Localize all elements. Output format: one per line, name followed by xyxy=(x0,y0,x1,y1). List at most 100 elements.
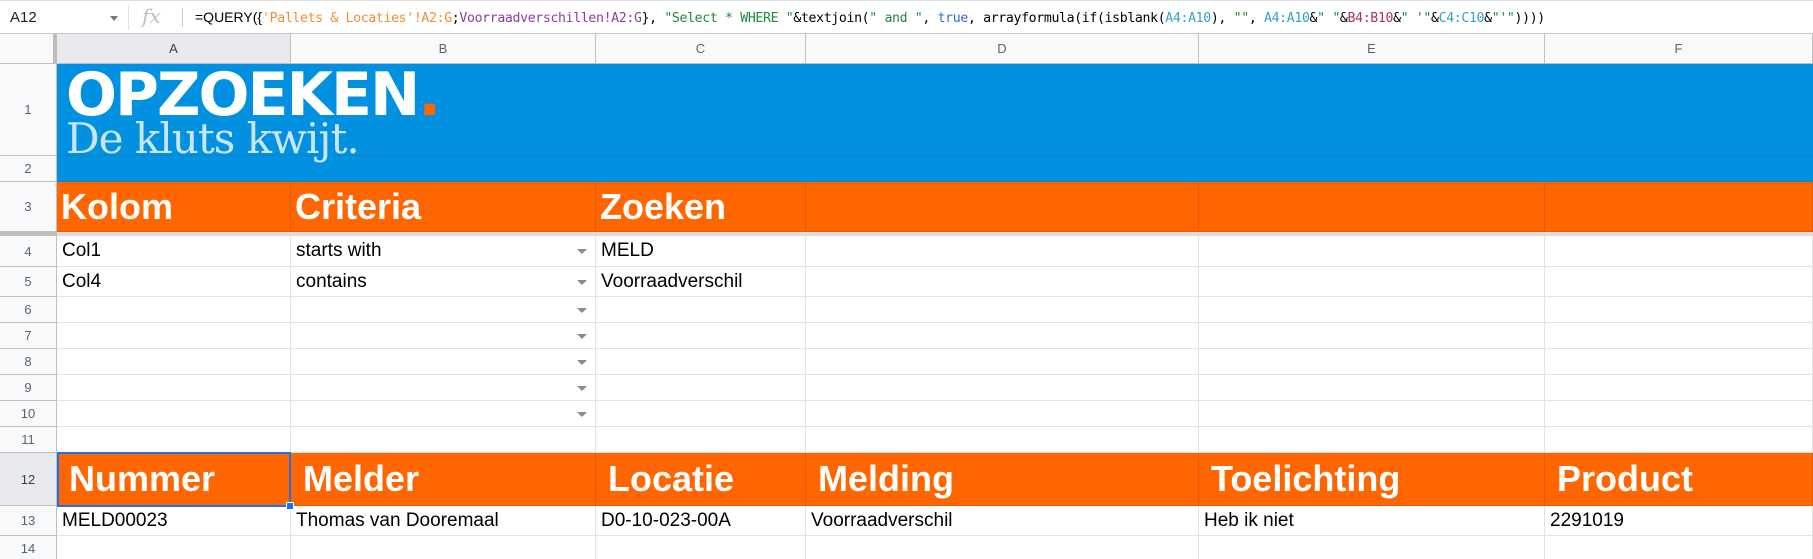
empty-cell[interactable] xyxy=(1545,401,1813,427)
dropdown-arrow-icon[interactable] xyxy=(577,307,587,313)
search-header-e[interactable] xyxy=(1199,182,1545,232)
criteria-dropdown[interactable]: starts with xyxy=(291,236,596,267)
search-header-d[interactable] xyxy=(806,182,1199,232)
banner-cell-a1[interactable] xyxy=(57,64,291,156)
zoeken-cell[interactable] xyxy=(596,375,806,401)
criteria-dropdown[interactable] xyxy=(291,375,596,401)
banner-cell-b1[interactable] xyxy=(291,64,596,156)
row-header-5[interactable]: 5 xyxy=(0,267,57,297)
empty-cell[interactable] xyxy=(1199,323,1545,349)
empty-cell[interactable] xyxy=(1545,236,1813,267)
empty-cell[interactable] xyxy=(596,536,806,559)
row-header-12[interactable]: 12 xyxy=(0,453,57,506)
banner-cell-c2[interactable] xyxy=(596,156,806,182)
dropdown-arrow-icon[interactable] xyxy=(577,249,587,254)
empty-cell[interactable] xyxy=(1199,236,1545,267)
banner-cell-e2[interactable] xyxy=(1199,156,1545,182)
banner-cell-e1[interactable] xyxy=(1199,64,1545,156)
criteria-dropdown[interactable] xyxy=(291,297,596,323)
empty-cell[interactable] xyxy=(291,536,596,559)
empty-cell[interactable] xyxy=(806,401,1199,427)
dropdown-arrow-icon[interactable] xyxy=(577,385,587,391)
dropdown-arrow-icon[interactable] xyxy=(577,279,587,285)
empty-cell[interactable] xyxy=(596,427,806,453)
result-cell[interactable]: D0-10-023-00A xyxy=(596,506,806,536)
row-header-14[interactable]: 14 xyxy=(0,536,57,559)
results-header-f[interactable]: Product xyxy=(1545,453,1813,506)
zoeken-cell[interactable]: MELD xyxy=(596,236,806,267)
row-header-8[interactable]: 8 xyxy=(0,349,57,375)
empty-cell[interactable] xyxy=(57,536,291,559)
row-header-6[interactable]: 6 xyxy=(0,297,57,323)
results-header-e[interactable]: Toelichting xyxy=(1199,453,1545,506)
dropdown-arrow-icon[interactable] xyxy=(577,359,587,365)
search-header-b[interactable]: Criteria xyxy=(291,182,596,232)
select-all-corner[interactable] xyxy=(0,34,57,64)
empty-cell[interactable] xyxy=(806,297,1199,323)
column-header-e[interactable]: E xyxy=(1199,34,1545,64)
row-header-9[interactable]: 9 xyxy=(0,375,57,401)
row-header-13[interactable]: 13 xyxy=(0,506,57,536)
column-header-c[interactable]: C xyxy=(596,34,806,64)
kolom-cell[interactable]: Col1 xyxy=(57,236,291,267)
kolom-cell[interactable] xyxy=(57,375,291,401)
row-header-10[interactable]: 10 xyxy=(0,401,57,427)
search-header-c[interactable]: Zoeken xyxy=(596,182,806,232)
banner-cell-d2[interactable] xyxy=(806,156,1199,182)
chevron-down-icon[interactable] xyxy=(110,16,118,21)
empty-cell[interactable] xyxy=(1545,375,1813,401)
banner-cell-d1[interactable] xyxy=(806,64,1199,156)
result-cell[interactable]: Thomas van Dooremaal xyxy=(291,506,596,536)
column-header-a[interactable]: A xyxy=(57,34,291,64)
result-cell[interactable]: Voorraadverschil xyxy=(806,506,1199,536)
zoeken-cell[interactable] xyxy=(596,297,806,323)
result-cell[interactable]: Heb ik niet xyxy=(1199,506,1545,536)
results-header-d[interactable]: Melding xyxy=(806,453,1199,506)
empty-cell[interactable] xyxy=(1545,267,1813,297)
empty-cell[interactable] xyxy=(1199,267,1545,297)
column-header-f[interactable]: F xyxy=(1545,34,1813,64)
empty-cell[interactable] xyxy=(1199,375,1545,401)
empty-cell[interactable] xyxy=(1545,536,1813,559)
search-header-a[interactable]: Kolom xyxy=(57,182,291,232)
name-box[interactable]: A12 xyxy=(0,1,128,34)
empty-cell[interactable] xyxy=(806,323,1199,349)
banner-cell-b2[interactable] xyxy=(291,156,596,182)
zoeken-cell[interactable] xyxy=(596,349,806,375)
dropdown-arrow-icon[interactable] xyxy=(577,333,587,339)
empty-cell[interactable] xyxy=(806,236,1199,267)
search-header-f[interactable] xyxy=(1545,182,1813,232)
empty-cell[interactable] xyxy=(1199,297,1545,323)
row-header-2[interactable]: 2 xyxy=(0,156,57,182)
row-header-4[interactable]: 4 xyxy=(0,236,57,267)
empty-cell[interactable] xyxy=(1199,536,1545,559)
criteria-dropdown[interactable]: contains xyxy=(291,267,596,297)
result-cell[interactable]: MELD00023 xyxy=(57,506,291,536)
row-header-11[interactable]: 11 xyxy=(0,427,57,453)
kolom-cell[interactable] xyxy=(57,401,291,427)
empty-cell[interactable] xyxy=(806,267,1199,297)
row-header-1[interactable]: 1 xyxy=(0,64,57,156)
empty-cell[interactable] xyxy=(1199,401,1545,427)
kolom-cell[interactable] xyxy=(57,297,291,323)
formula-input[interactable]: =QUERY({'Pallets & Locaties'!A2:G;Voorra… xyxy=(195,9,1545,26)
column-header-b[interactable]: B xyxy=(291,34,596,64)
criteria-dropdown[interactable] xyxy=(291,323,596,349)
dropdown-arrow-icon[interactable] xyxy=(577,411,587,417)
empty-cell[interactable] xyxy=(57,427,291,453)
row-header-7[interactable]: 7 xyxy=(0,323,57,349)
kolom-cell[interactable] xyxy=(57,323,291,349)
freeze-row-handle[interactable] xyxy=(0,232,1813,236)
empty-cell[interactable] xyxy=(291,427,596,453)
kolom-cell[interactable]: Col4 xyxy=(57,267,291,297)
row-header-3[interactable]: 3 xyxy=(0,182,57,232)
empty-cell[interactable] xyxy=(1199,427,1545,453)
banner-cell-f1[interactable] xyxy=(1545,64,1813,156)
empty-cell[interactable] xyxy=(806,349,1199,375)
banner-cell-a2[interactable] xyxy=(57,156,291,182)
empty-cell[interactable] xyxy=(1545,349,1813,375)
results-header-c[interactable]: Locatie xyxy=(596,453,806,506)
zoeken-cell[interactable] xyxy=(596,323,806,349)
empty-cell[interactable] xyxy=(806,427,1199,453)
empty-cell[interactable] xyxy=(806,536,1199,559)
